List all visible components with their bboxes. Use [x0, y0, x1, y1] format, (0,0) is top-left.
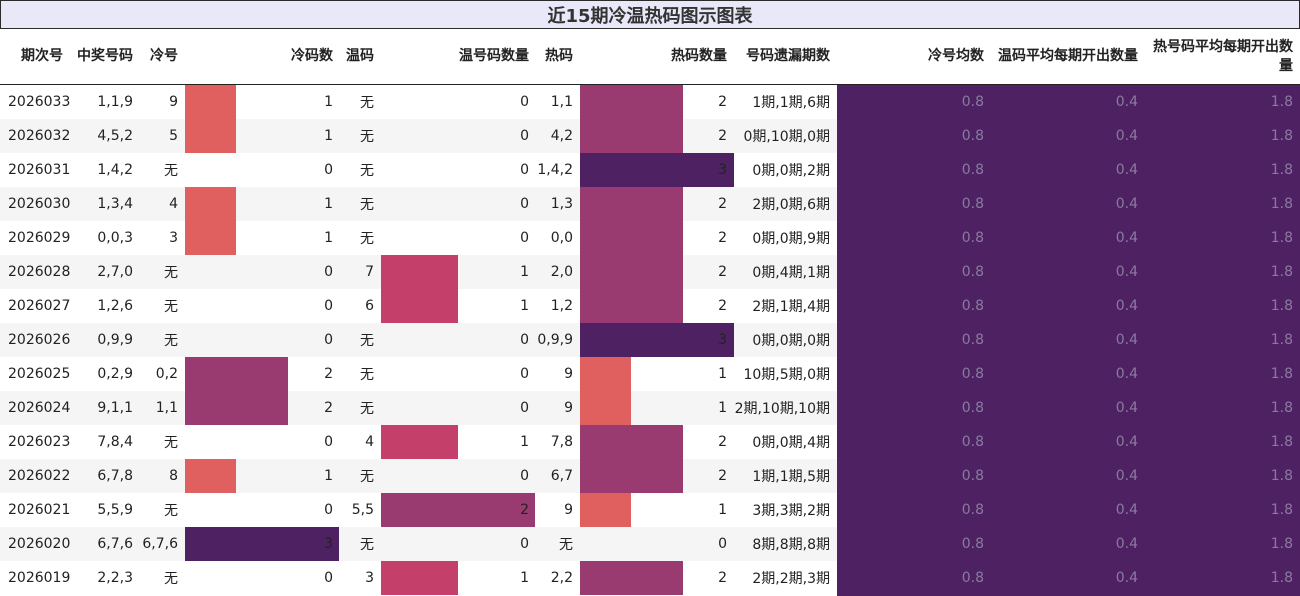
cell-warm-avg: 0.4 [1115, 434, 1138, 450]
cell-hot-avg: 1.8 [1270, 230, 1293, 246]
cell-hot-avg: 1.8 [1270, 94, 1293, 110]
cell-cold-avg: 0.8 [961, 298, 984, 314]
cell-hot-avg: 1.8 [1270, 502, 1293, 518]
average-row: 0.8 0.4 1.8 [0, 255, 1300, 289]
cell-hot-avg: 1.8 [1270, 298, 1293, 314]
cell-hot-avg: 1.8 [1270, 468, 1293, 484]
cell-warm-avg: 0.4 [1115, 366, 1138, 382]
header-hot: 热码 [545, 48, 573, 64]
cell-warm-avg: 0.4 [1115, 230, 1138, 246]
average-row: 0.8 0.4 1.8 [0, 561, 1300, 595]
average-row: 0.8 0.4 1.8 [0, 357, 1300, 391]
average-row: 0.8 0.4 1.8 [0, 459, 1300, 493]
cell-cold-avg: 0.8 [961, 230, 984, 246]
average-row: 0.8 0.4 1.8 [0, 85, 1300, 119]
cell-cold-avg: 0.8 [961, 400, 984, 416]
header-period: 期次号 [21, 48, 63, 64]
average-row: 0.8 0.4 1.8 [0, 527, 1300, 561]
average-row: 0.8 0.4 1.8 [0, 391, 1300, 425]
average-row: 0.8 0.4 1.8 [0, 153, 1300, 187]
cell-hot-avg: 1.8 [1270, 570, 1293, 586]
average-row: 0.8 0.4 1.8 [0, 221, 1300, 255]
cell-warm-avg: 0.4 [1115, 196, 1138, 212]
cell-cold-avg: 0.8 [961, 468, 984, 484]
header-warm: 温码 [346, 48, 374, 64]
cell-cold-avg: 0.8 [961, 332, 984, 348]
cell-hot-avg: 1.8 [1270, 434, 1293, 450]
cell-cold-avg: 0.8 [961, 434, 984, 450]
cell-cold-avg: 0.8 [961, 94, 984, 110]
average-row: 0.8 0.4 1.8 [0, 289, 1300, 323]
cell-cold-avg: 0.8 [961, 536, 984, 552]
cell-hot-avg: 1.8 [1270, 536, 1293, 552]
cell-cold-avg: 0.8 [961, 570, 984, 586]
header-hot-avg: 热号码平均每期开出数量 [1153, 38, 1293, 74]
cell-hot-avg: 1.8 [1270, 196, 1293, 212]
cell-hot-avg: 1.8 [1270, 332, 1293, 348]
cell-warm-avg: 0.4 [1115, 400, 1138, 416]
cell-warm-avg: 0.4 [1115, 332, 1138, 348]
table-header: 期次号 中奖号码 冷号 冷码数 温码 温号码数量 热码 热码数量 号码遗漏期数 … [0, 29, 1300, 85]
cell-warm-avg: 0.4 [1115, 468, 1138, 484]
header-warm-avg: 温码平均每期开出数量 [998, 48, 1138, 64]
cell-hot-avg: 1.8 [1270, 162, 1293, 178]
average-row: 0.8 0.4 1.8 [0, 119, 1300, 153]
header-cold-avg: 冷号均数 [928, 48, 984, 64]
cell-hot-avg: 1.8 [1270, 264, 1293, 280]
cell-warm-avg: 0.4 [1115, 162, 1138, 178]
average-row: 0.8 0.4 1.8 [0, 425, 1300, 459]
header-hot-count: 热码数量 [671, 48, 727, 64]
cell-hot-avg: 1.8 [1270, 128, 1293, 144]
average-row: 0.8 0.4 1.8 [0, 493, 1300, 527]
header-warm-count: 温号码数量 [459, 48, 529, 64]
header-cold-count: 冷码数 [291, 48, 333, 64]
header-winning: 中奖号码 [77, 48, 133, 64]
cell-cold-avg: 0.8 [961, 264, 984, 280]
cell-hot-avg: 1.8 [1270, 400, 1293, 416]
page-title: 近15期冷温热码图示图表 [0, 0, 1300, 29]
cell-warm-avg: 0.4 [1115, 570, 1138, 586]
cell-cold-avg: 0.8 [961, 502, 984, 518]
average-row: 0.8 0.4 1.8 [0, 323, 1300, 357]
cell-cold-avg: 0.8 [961, 162, 984, 178]
cell-cold-avg: 0.8 [961, 128, 984, 144]
cell-cold-avg: 0.8 [961, 196, 984, 212]
header-missing: 号码遗漏期数 [746, 48, 830, 64]
cell-warm-avg: 0.4 [1115, 298, 1138, 314]
header-cold: 冷号 [150, 48, 178, 64]
cell-hot-avg: 1.8 [1270, 366, 1293, 382]
cell-warm-avg: 0.4 [1115, 94, 1138, 110]
cell-warm-avg: 0.4 [1115, 536, 1138, 552]
cell-cold-avg: 0.8 [961, 366, 984, 382]
cell-warm-avg: 0.4 [1115, 502, 1138, 518]
average-row: 0.8 0.4 1.8 [0, 187, 1300, 221]
cell-warm-avg: 0.4 [1115, 128, 1138, 144]
cell-warm-avg: 0.4 [1115, 264, 1138, 280]
